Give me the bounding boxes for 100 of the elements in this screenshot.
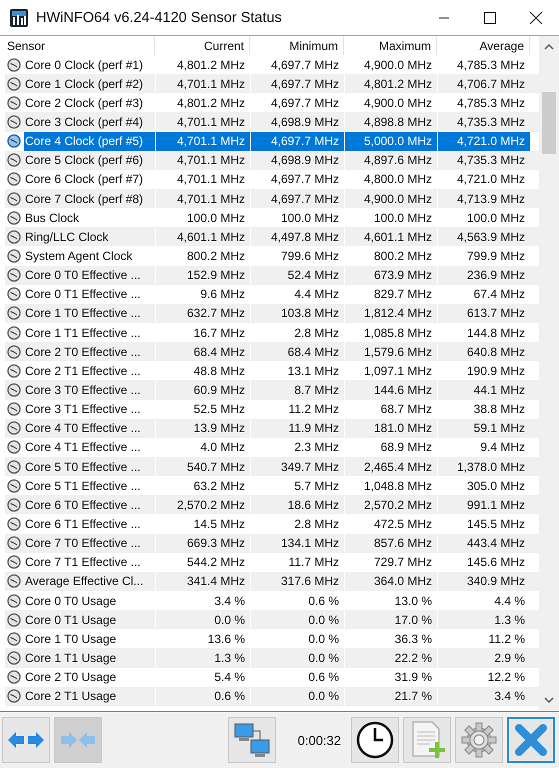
sensor-name[interactable]: System Agent Clock <box>24 246 155 266</box>
column-header[interactable]: Maximum <box>344 36 437 55</box>
table-cell: 5,000.0 MHz <box>344 132 437 151</box>
sensor-name[interactable]: Core 0 T1 Effective ... <box>24 284 155 304</box>
sensor-name[interactable]: Core 6 T1 Effective ... <box>24 514 155 534</box>
sensor-name[interactable]: Core 3 T1 Effective ... <box>24 400 155 419</box>
sensor-name[interactable]: Core 2 T1 Effective ... <box>24 361 155 380</box>
gauge-icon <box>7 96 21 110</box>
sensor-name[interactable]: Core 3 T0 Effective ... <box>24 380 155 400</box>
scroll-thumb[interactable] <box>542 92 556 154</box>
collapse-arrows-icon <box>59 729 97 751</box>
scrollbar[interactable] <box>539 36 559 711</box>
table-cell: 4,701.1 MHz <box>155 150 250 170</box>
table-cell: 4,713.9 MHz <box>437 188 530 208</box>
gauge-icon <box>7 58 21 72</box>
table-cell: 340.9 MHz <box>437 572 530 591</box>
sensor-name[interactable]: Core 0 T1 Usage <box>24 610 155 630</box>
table-cell: 2,465.4 MHz <box>344 456 437 476</box>
close-sensors-button[interactable] <box>507 717 555 763</box>
table-cell: 8.7 MHz <box>250 380 344 400</box>
table-cell: 4,900.0 MHz <box>344 188 437 208</box>
table-cell: 68.4 MHz <box>155 342 250 362</box>
sensor-name[interactable]: Core 4 T1 Effective ... <box>24 438 155 457</box>
sensor-name[interactable]: Core 1 T0 Effective ... <box>24 304 155 323</box>
sensor-name[interactable]: Core 6 T0 Effective ... <box>24 495 155 514</box>
sensor-name[interactable]: Core 7 T0 Effective ... <box>24 534 155 553</box>
sensor-name[interactable]: Core 5 T1 Effective ... <box>24 476 155 496</box>
table-cell: 17.0 % <box>344 610 437 630</box>
sensor-name[interactable]: Core 1 T0 Usage <box>24 629 155 648</box>
sensor-name[interactable]: Core 3 Clock (perf #4) <box>24 112 155 132</box>
sensor-name[interactable]: Core 2 T1 Usage <box>24 686 155 706</box>
sensor-name[interactable]: Core 5 Clock (perf #6) <box>24 150 155 170</box>
table-cell: 1,812.4 MHz <box>344 304 437 323</box>
table-cell: 4,563.9 MHz <box>437 227 530 246</box>
gauge-icon <box>7 478 21 493</box>
table-cell: 341.4 MHz <box>155 572 250 591</box>
network-button[interactable] <box>228 717 276 763</box>
table-cell: 60.9 MHz <box>155 380 250 400</box>
column-header[interactable]: Minimum <box>250 36 344 55</box>
column-header[interactable]: Sensor <box>5 36 155 55</box>
scroll-up-icon[interactable] <box>544 44 554 50</box>
table-cell: 632.7 MHz <box>155 304 250 323</box>
table-cell: 4,697.7 MHz <box>250 132 344 151</box>
sensor-name[interactable]: Ring/LLC Clock <box>24 227 155 246</box>
gauge-icon <box>7 210 21 225</box>
clock-button[interactable] <box>351 717 399 763</box>
sensor-name[interactable]: Core 2 Clock (perf #3) <box>24 93 155 112</box>
settings-button[interactable] <box>455 717 503 763</box>
sensor-name[interactable]: Core 0 T0 Usage <box>24 590 155 610</box>
table-cell: 13.9 MHz <box>155 418 250 438</box>
sensor-name[interactable]: Average Effective Cl... <box>24 572 155 591</box>
gauge-icon <box>7 287 21 302</box>
maximize-icon <box>484 12 496 24</box>
table-cell: 2.9 % <box>437 648 530 668</box>
table-cell: 4,897.6 MHz <box>344 150 437 170</box>
gauge-icon <box>7 326 21 340</box>
sensor-name[interactable]: Core 7 T1 Effective ... <box>24 552 155 572</box>
sensor-name[interactable]: Core 0 Clock (perf #1) <box>24 55 155 74</box>
sensor-name[interactable]: Bus Clock <box>24 208 155 228</box>
table-cell: 152.9 MHz <box>155 266 250 285</box>
gauge-icon <box>7 516 21 531</box>
table-cell: 4,601.1 MHz <box>344 227 437 246</box>
table-cell: 52.4 MHz <box>250 266 344 285</box>
sensor-name[interactable]: Core 5 T0 Effective ... <box>24 456 155 476</box>
sensor-name[interactable]: Core 2 T0 Usage <box>24 668 155 687</box>
scroll-down-icon[interactable] <box>544 697 554 703</box>
sensor-name[interactable]: Core 6 Clock (perf #7) <box>24 170 155 189</box>
column-header[interactable]: Current <box>155 36 250 55</box>
table-cell: 857.6 MHz <box>344 534 437 553</box>
table-cell: 4,697.7 MHz <box>250 188 344 208</box>
clock-icon <box>356 721 394 759</box>
table-cell: 4,735.3 MHz <box>437 150 530 170</box>
table-cell: 1.3 % <box>437 610 530 630</box>
network-icon <box>232 721 272 759</box>
column-header[interactable]: Average <box>437 36 530 55</box>
sensor-name[interactable]: Core 4 Clock (perf #5) <box>24 132 155 151</box>
gauge-icon <box>7 440 21 454</box>
sensor-name[interactable]: Core 2 T0 Effective ... <box>24 342 155 362</box>
sensor-name[interactable]: Core 7 Clock (perf #8) <box>24 188 155 208</box>
sensor-name[interactable]: Core 1 T1 Usage <box>24 648 155 668</box>
app-logo-icon <box>10 8 28 26</box>
close-icon <box>515 724 547 756</box>
window-title: HWiNFO64 v6.24-4120 Sensor Status <box>36 10 283 26</box>
sensor-name[interactable]: Core 1 Clock (perf #2) <box>24 74 155 94</box>
expand-arrows-icon <box>7 729 45 751</box>
table-cell: 144.6 MHz <box>344 380 437 400</box>
table-cell: 21.7 % <box>344 686 437 706</box>
sensor-name[interactable]: Core 0 T0 Effective ... <box>24 266 155 285</box>
table-cell: 640.8 MHz <box>437 342 530 362</box>
sensor-name[interactable]: Core 1 T1 Effective ... <box>24 322 155 342</box>
expand-button[interactable] <box>2 717 50 763</box>
table-cell: 1,579.6 MHz <box>344 342 437 362</box>
table-cell: 0.6 % <box>155 686 250 706</box>
table-cell: 4,701.1 MHz <box>155 74 250 94</box>
table-cell: 0.0 % <box>250 648 344 668</box>
table-cell: 44.1 MHz <box>437 380 530 400</box>
table-cell: 673.9 MHz <box>344 266 437 285</box>
table-cell: 11.9 MHz <box>250 418 344 438</box>
sensor-name[interactable]: Core 4 T0 Effective ... <box>24 418 155 438</box>
table-cell: 991.1 MHz <box>437 495 530 514</box>
